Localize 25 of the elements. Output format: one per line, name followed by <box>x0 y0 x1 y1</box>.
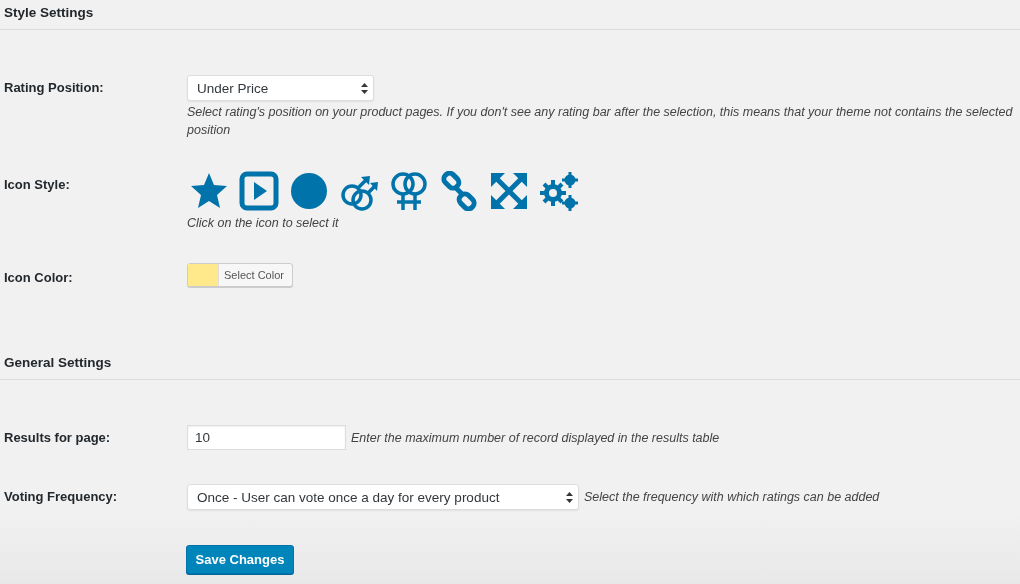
field-description: Select rating's position on your product pages. If you don't see any rating bar after the selection, this means that your theme not contains the selected position <box>187 104 1014 139</box>
field-description: Click on the icon to select it <box>187 215 340 232</box>
field-description: Enter the maximum number of record displayed in the results table <box>351 429 720 447</box>
section-heading: General Settings <box>0 350 1020 380</box>
field-label: Results for page: <box>4 429 112 447</box>
field-description: Select the frequency with which ratings can be added <box>584 489 880 506</box>
dropdown-arrows-icon <box>566 491 573 503</box>
play-square-icon[interactable] <box>239 171 279 211</box>
select-field[interactable]: Once - User can vote once a day for every product <box>187 484 579 510</box>
color-picker-button[interactable]: Select Color <box>187 263 293 287</box>
field-label: Icon Style: <box>4 176 71 194</box>
field-label: Rating Position: <box>4 79 105 97</box>
circle-icon[interactable] <box>289 171 329 211</box>
save-button[interactable]: Save Changes <box>186 545 294 574</box>
chain-link-icon[interactable] <box>439 171 479 211</box>
female-symbols-icon[interactable] <box>389 171 429 211</box>
dropdown-arrows-icon <box>361 82 368 94</box>
gears-icon[interactable] <box>539 171 579 211</box>
star-icon[interactable] <box>189 171 229 211</box>
select-field[interactable]: Under Price <box>187 75 374 101</box>
field-label: Icon Color: <box>4 269 74 287</box>
input-field[interactable]: 10 <box>187 425 346 450</box>
section-heading: Style Settings <box>0 0 1020 30</box>
expand-arrows-icon[interactable] <box>489 171 529 211</box>
field-label: Voting Frequency: <box>4 488 119 506</box>
